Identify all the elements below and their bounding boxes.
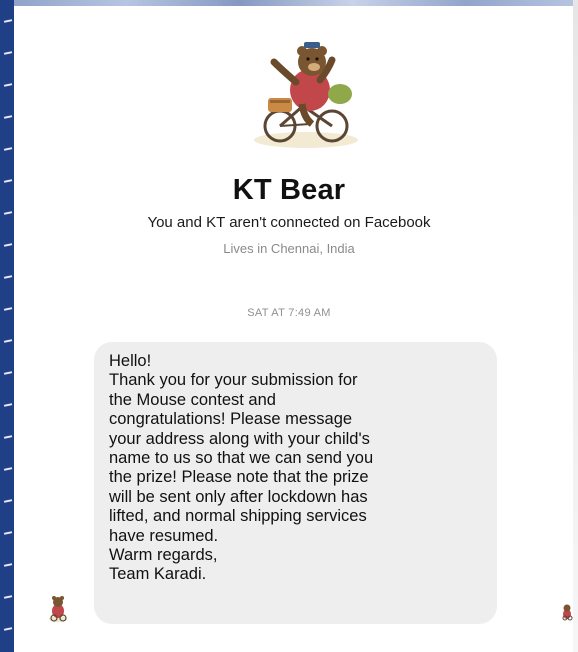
bear-riding-bicycle-icon[interactable] <box>248 40 368 150</box>
right-edge <box>573 0 578 652</box>
message-line: the Mouse contest and <box>109 390 276 409</box>
message-bubble[interactable]: Hello! Thank you for your submission for… <box>94 342 497 624</box>
seen-receipt-avatar-icon <box>560 603 574 621</box>
message-line: have resumed. <box>109 526 219 545</box>
message-line: Hello! <box>109 352 152 370</box>
message-line: your address along with your child's <box>109 429 370 448</box>
top-cropped-strip <box>14 0 578 6</box>
connection-status: You and KT aren't connected on Facebook <box>147 214 431 231</box>
message-line: congratulations! Please message <box>109 410 353 429</box>
message-line: Team Karadi. <box>109 565 207 584</box>
profile-name[interactable]: KT Bear <box>0 174 578 207</box>
message-line: will be sent only after lockdown has <box>109 487 368 506</box>
message-line: Warm regards, <box>109 546 218 565</box>
message-line: lifted, and normal shipping services <box>109 507 367 526</box>
message-line: the prize! Please note that the prize <box>109 468 369 487</box>
sender-avatar-icon[interactable] <box>47 595 69 623</box>
left-decorative-border <box>0 0 14 652</box>
message-line: name to us so that we can send you <box>109 449 374 468</box>
message-timestamp: SAT AT 7:49 AM <box>247 307 331 319</box>
message-line: Thank you for your submission for <box>109 371 358 390</box>
profile-location: Lives in Chennai, India <box>223 241 355 256</box>
